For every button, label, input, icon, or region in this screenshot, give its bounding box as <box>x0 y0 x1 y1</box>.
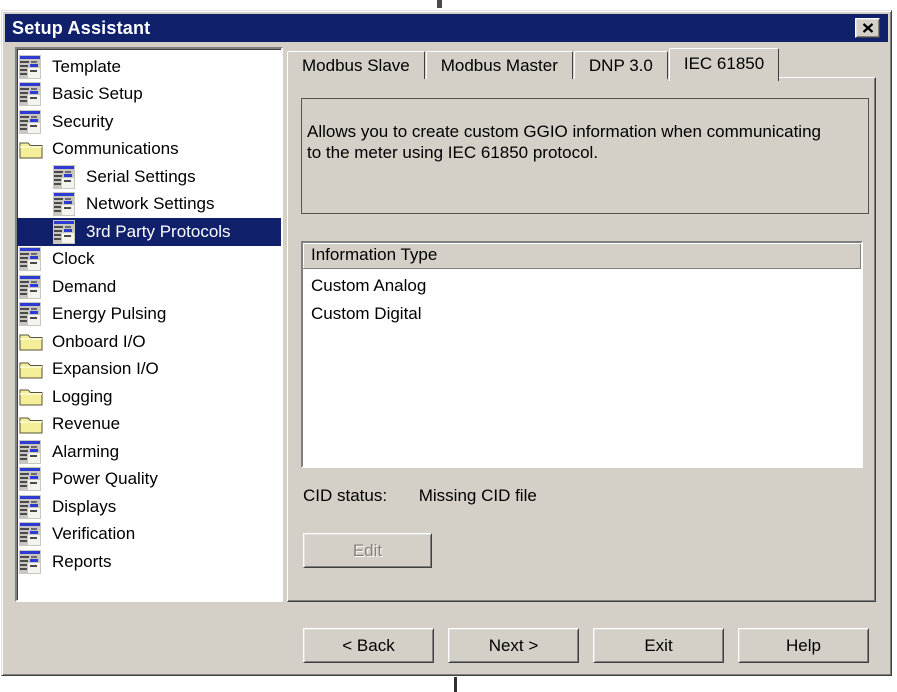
cid-status-value: Missing CID file <box>418 486 537 505</box>
titlebar[interactable]: Setup Assistant <box>5 14 888 42</box>
folder-icon <box>19 385 43 409</box>
sidebar-item-demand[interactable]: Demand <box>17 273 281 301</box>
sidebar-item-label: Clock <box>52 249 95 269</box>
footer-button-row: < Back Next > Exit Help <box>303 628 869 663</box>
document-icon <box>19 54 43 79</box>
document-icon <box>19 247 43 272</box>
sidebar-item-network-settings[interactable]: Network Settings <box>17 191 281 219</box>
folder-icon <box>19 137 43 161</box>
document-icon <box>19 549 43 574</box>
tab-strip: Modbus Slave Modbus Master DNP 3.0 IEC 6185… <box>287 46 780 81</box>
sidebar-item-label: Onboard I/O <box>52 331 146 351</box>
folder-icon <box>19 412 43 436</box>
document-icon <box>19 494 43 519</box>
sidebar-item-communications[interactable]: Communications <box>17 136 281 164</box>
description-text: Allows you to create custom GGIO informa… <box>307 122 821 162</box>
sidebar-item-logging[interactable]: Logging <box>17 383 281 411</box>
sidebar-item-label: Alarming <box>52 441 120 461</box>
description-box: Allows you to create custom GGIO informa… <box>301 98 869 214</box>
sidebar-item-label: Security <box>52 111 114 131</box>
sidebar-item-displays[interactable]: Displays <box>17 493 281 521</box>
sidebar-item-label: Reports <box>52 551 112 571</box>
page-edge-mark-bottom <box>454 677 457 692</box>
sidebar-item-label: Logging <box>52 386 113 406</box>
sidebar-item-label: Displays <box>52 496 117 516</box>
sidebar-item-expansion-i-o[interactable]: Expansion I/O <box>17 356 281 384</box>
cid-status-label: CID status: <box>303 486 388 505</box>
iec-61850-tab-page: Allows you to create custom GGIO informa… <box>287 77 876 602</box>
list-item-custom-analog[interactable]: Custom Analog <box>303 272 861 300</box>
list-item-custom-digital[interactable]: Custom Digital <box>303 300 861 328</box>
sidebar-item-label: Basic Setup <box>52 84 143 104</box>
list-body: Custom Analog Custom Digital <box>303 269 861 466</box>
tab-dnp-3-0[interactable]: DNP 3.0 <box>573 51 668 79</box>
sidebar-item-revenue[interactable]: Revenue <box>17 411 281 439</box>
document-icon <box>19 302 43 327</box>
sidebar-item-label: Energy Pulsing <box>52 304 167 324</box>
folder-icon <box>19 357 43 381</box>
tab-modbus-master[interactable]: Modbus Master <box>425 51 573 79</box>
sidebar-item-template[interactable]: Template <box>17 53 281 81</box>
cid-status-row: CID status: Missing CID file <box>303 486 537 506</box>
document-icon <box>19 109 43 134</box>
list-column-header[interactable]: Information Type <box>303 243 861 269</box>
information-type-list: Information Type Custom Analog Custom Dig… <box>301 241 863 468</box>
sidebar-item-energy-pulsing[interactable]: Energy Pulsing <box>17 301 281 329</box>
sidebar-item-verification[interactable]: Verification <box>17 521 281 549</box>
sidebar-item-label: Communications <box>52 139 179 159</box>
document-icon <box>53 219 77 244</box>
sidebar-item-label: Expansion I/O <box>52 359 159 379</box>
sidebar-item-3rd-party-protocols[interactable]: 3rd Party Protocols <box>17 218 281 246</box>
sidebar-item-label: Serial Settings <box>86 166 196 186</box>
next-button[interactable]: Next > <box>448 628 579 663</box>
folder-icon <box>19 330 43 354</box>
sidebar-item-label: Verification <box>52 524 136 544</box>
window-title: Setup Assistant <box>12 18 151 38</box>
sidebar-item-basic-setup[interactable]: Basic Setup <box>17 81 281 109</box>
sidebar-item-label: Demand <box>52 276 117 296</box>
sidebar-item-power-quality[interactable]: Power Quality <box>17 466 281 494</box>
sidebar-item-alarming[interactable]: Alarming <box>17 438 281 466</box>
document-icon <box>53 192 77 217</box>
page: Setup Assistant Template Basic Setup Secur… <box>0 0 897 692</box>
document-icon <box>19 82 43 107</box>
sidebar-item-label: Network Settings <box>86 194 215 214</box>
tab-iec-61850[interactable]: IEC 61850 <box>668 48 780 81</box>
tab-modbus-slave[interactable]: Modbus Slave <box>287 51 425 79</box>
close-button[interactable] <box>855 18 880 38</box>
help-button[interactable]: Help <box>738 628 869 663</box>
document-icon <box>53 164 77 189</box>
close-icon <box>862 23 873 33</box>
sidebar-item-serial-settings[interactable]: Serial Settings <box>17 163 281 191</box>
setup-assistant-dialog: Setup Assistant Template Basic Setup Secur… <box>1 10 892 676</box>
sidebar-item-clock[interactable]: Clock <box>17 246 281 274</box>
sidebar-tree: Template Basic Setup Security Communication… <box>15 47 283 602</box>
document-icon <box>19 522 43 547</box>
sidebar-item-reports[interactable]: Reports <box>17 548 281 576</box>
exit-button[interactable]: Exit <box>593 628 724 663</box>
document-icon <box>19 439 43 464</box>
back-button[interactable]: < Back <box>303 628 434 663</box>
sidebar-item-label: Template <box>52 56 121 76</box>
sidebar-item-label: Revenue <box>52 414 121 434</box>
document-icon <box>19 467 43 492</box>
sidebar-item-onboard-i-o[interactable]: Onboard I/O <box>17 328 281 356</box>
sidebar-item-label: 3rd Party Protocols <box>86 221 231 241</box>
sidebar-item-security[interactable]: Security <box>17 108 281 136</box>
page-edge-mark-top <box>437 0 442 8</box>
sidebar-item-label: Power Quality <box>52 469 158 489</box>
document-icon <box>19 274 43 299</box>
edit-button[interactable]: Edit <box>303 533 432 568</box>
